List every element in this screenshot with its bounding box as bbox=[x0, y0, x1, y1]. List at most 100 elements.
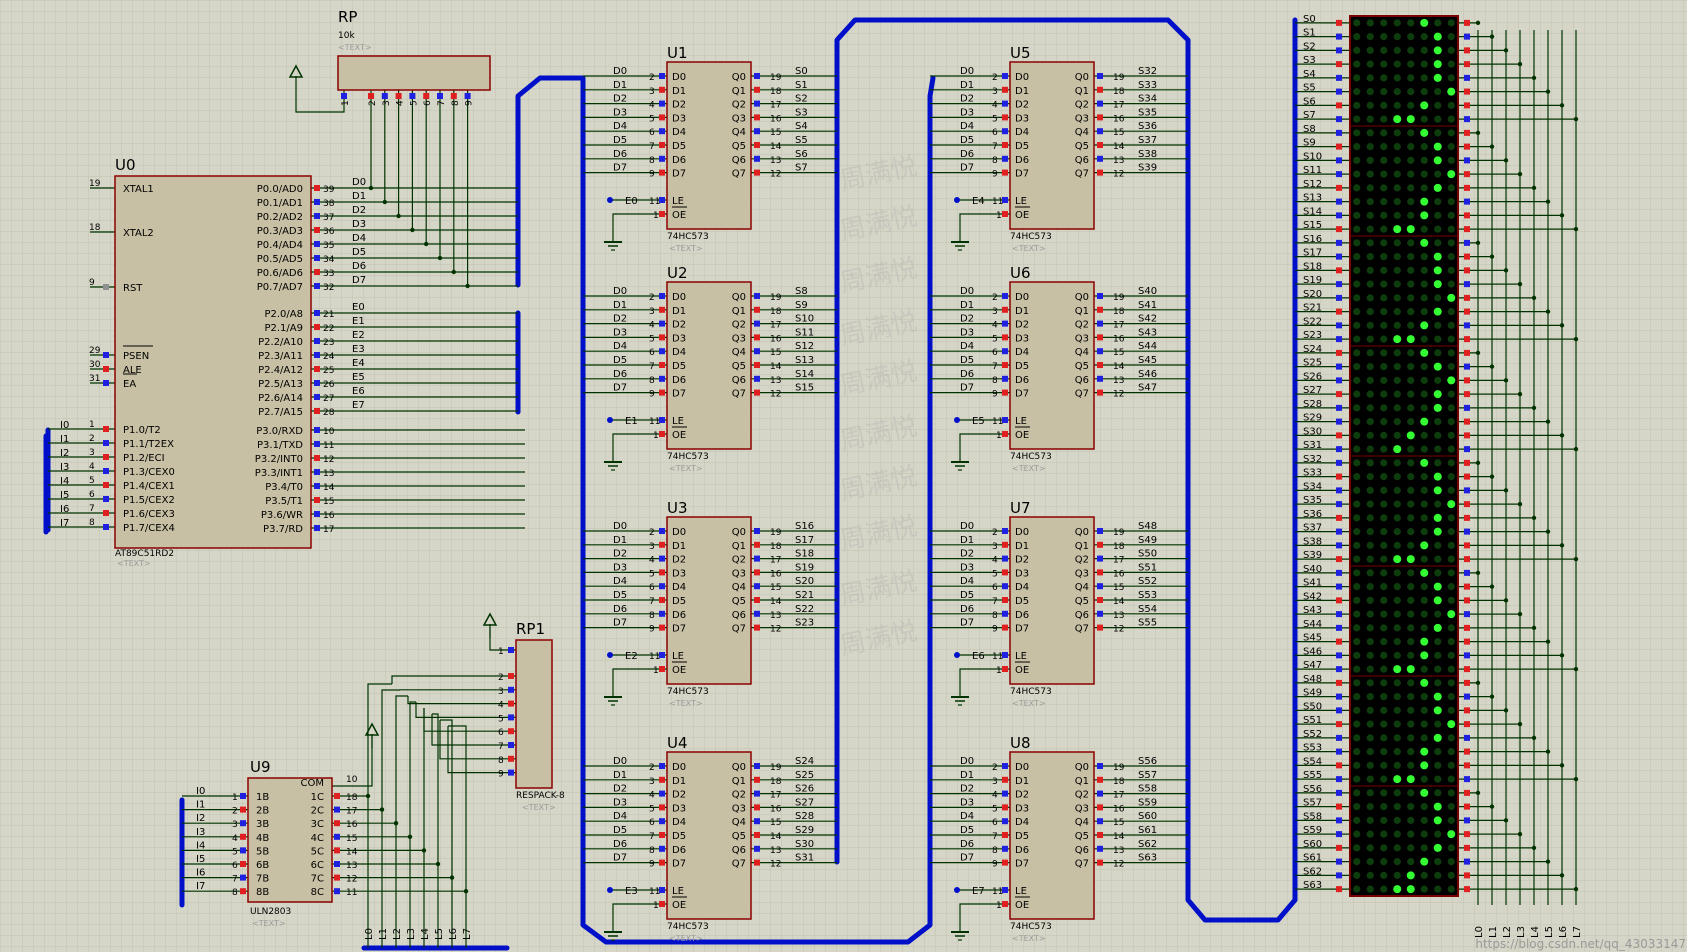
mcu-pin-name: XTAL1 bbox=[123, 184, 154, 195]
led-on bbox=[1406, 885, 1415, 894]
latch-pin-name: Q0 bbox=[732, 292, 746, 303]
net-label: D1 bbox=[960, 80, 974, 91]
net-label: I6 bbox=[196, 868, 205, 879]
pin-marker bbox=[659, 776, 665, 783]
led-off bbox=[1407, 748, 1415, 756]
latch-pin-name: OE bbox=[1015, 665, 1029, 676]
pin-marker bbox=[1097, 845, 1103, 852]
net-label: S7 bbox=[1303, 110, 1316, 121]
net-label: L1 bbox=[378, 928, 389, 940]
led-off bbox=[1366, 445, 1374, 453]
rp-body[interactable] bbox=[337, 55, 491, 91]
mcu-pin-name: ALE bbox=[123, 365, 142, 376]
latch-pin-num: 19 bbox=[770, 763, 782, 773]
led-off bbox=[1393, 528, 1401, 536]
led-off bbox=[1380, 885, 1388, 893]
net-label: D0 bbox=[960, 66, 974, 77]
pin-marker bbox=[754, 790, 760, 797]
mcu-pin-name: P3.3/INT1 bbox=[255, 468, 303, 479]
led-off bbox=[1393, 748, 1401, 756]
net-label: D2 bbox=[613, 784, 627, 795]
net-label: D4 bbox=[960, 576, 974, 587]
led-off bbox=[1353, 624, 1361, 632]
latch-pin-name: Q2 bbox=[732, 555, 746, 566]
led-off bbox=[1353, 885, 1361, 893]
net-label: I3 bbox=[60, 462, 69, 473]
net-label: S9 bbox=[1303, 138, 1316, 149]
latch-pin-name: OE bbox=[672, 430, 686, 441]
net-label: S49 bbox=[1303, 688, 1322, 699]
pin-marker bbox=[1336, 569, 1342, 576]
bus-tap bbox=[954, 652, 960, 658]
latch-pin-num: 17 bbox=[770, 321, 781, 331]
latch-pin-name: D0 bbox=[672, 527, 686, 538]
pin-marker bbox=[754, 169, 760, 176]
latch-pin-name: D6 bbox=[672, 845, 686, 856]
uln-pin-num: 13 bbox=[346, 861, 357, 871]
led-matrix[interactable] bbox=[1349, 15, 1459, 897]
net-label: S34 bbox=[1303, 481, 1322, 492]
mcu-pin-num: 9 bbox=[89, 278, 95, 288]
net-label: S40 bbox=[1303, 564, 1322, 575]
latch-pin-num: 18 bbox=[1113, 307, 1125, 317]
net-label: D2 bbox=[352, 205, 366, 216]
led-off bbox=[1447, 555, 1455, 563]
latch-pin-name: D1 bbox=[672, 306, 686, 317]
pin-marker bbox=[1336, 294, 1342, 301]
led-off bbox=[1420, 431, 1428, 439]
pin-marker bbox=[1464, 226, 1470, 233]
net-label: S28 bbox=[1303, 399, 1322, 410]
pin-marker bbox=[1464, 322, 1470, 329]
mcu-pin-name: P0.4/AD4 bbox=[257, 240, 303, 251]
schematic-canvas[interactable]: U0AT89C51RD2<TEXT>XTAL119XTAL218RST9PSEN… bbox=[0, 0, 1687, 952]
led-off bbox=[1393, 184, 1401, 192]
net-label: S13 bbox=[1303, 193, 1322, 204]
pin-marker bbox=[1336, 707, 1342, 714]
net-label: D7 bbox=[613, 383, 627, 394]
latch-pin-num: 7 bbox=[649, 142, 655, 152]
led-off bbox=[1434, 830, 1442, 838]
latch-pin-name: OE bbox=[1015, 430, 1029, 441]
latch-pin-name: D6 bbox=[1015, 155, 1029, 166]
net-label: S1 bbox=[1303, 28, 1316, 39]
rp1-body[interactable] bbox=[515, 639, 553, 789]
net-label: S23 bbox=[1303, 330, 1322, 341]
pin-marker bbox=[1336, 556, 1342, 563]
led-on bbox=[1447, 87, 1456, 96]
led-off bbox=[1434, 376, 1442, 384]
mcu-pin-name: P3.2/INT0 bbox=[255, 454, 303, 465]
latch-text-placeholder: <TEXT> bbox=[1012, 934, 1046, 943]
led-off bbox=[1393, 363, 1401, 371]
net-label: S51 bbox=[1138, 562, 1157, 573]
latch-pin-name: Q5 bbox=[732, 361, 746, 372]
led-off bbox=[1407, 610, 1415, 618]
net-label: D5 bbox=[613, 355, 627, 366]
latch-pin-num: 3 bbox=[992, 542, 998, 552]
led-off bbox=[1420, 473, 1428, 481]
led-on bbox=[1406, 115, 1415, 124]
led-off bbox=[1353, 720, 1361, 728]
latch-pin-name: Q7 bbox=[732, 859, 746, 870]
latch-pin-num: 4 bbox=[649, 101, 655, 111]
led-off bbox=[1447, 473, 1455, 481]
uln-pin-name: 3C bbox=[311, 819, 324, 830]
net-label: S3 bbox=[1303, 55, 1316, 66]
net-label: S27 bbox=[1303, 385, 1322, 396]
led-off bbox=[1447, 431, 1455, 439]
uln-pin-num: 8 bbox=[232, 888, 238, 898]
pin-marker bbox=[1002, 320, 1008, 327]
pin-marker bbox=[754, 320, 760, 327]
latch-pin-name: Q2 bbox=[1075, 320, 1089, 331]
led-off bbox=[1420, 844, 1428, 852]
pin-marker bbox=[314, 497, 320, 503]
led-off bbox=[1447, 761, 1455, 769]
mcu-pin-num: 33 bbox=[323, 269, 334, 279]
led-off bbox=[1393, 101, 1401, 109]
led-off bbox=[1366, 775, 1374, 783]
latch-pin-name: Q4 bbox=[1075, 127, 1089, 138]
pin-marker bbox=[1464, 666, 1470, 673]
mcu-pin-num: 13 bbox=[323, 469, 334, 479]
latch-pin-name: Q7 bbox=[732, 169, 746, 180]
net-label: E7 bbox=[352, 400, 365, 411]
latch-pin-name: Q2 bbox=[1075, 100, 1089, 111]
